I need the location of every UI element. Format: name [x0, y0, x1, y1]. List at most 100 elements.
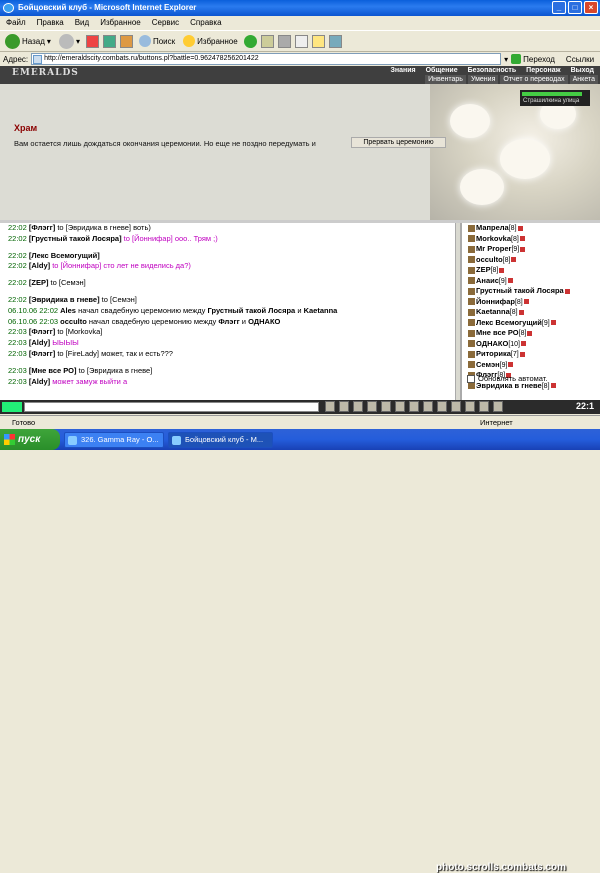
nav-transfers[interactable]: Отчет о переводах	[500, 75, 568, 84]
chat-nick[interactable]: [Лекс Всемогущий]	[29, 251, 100, 260]
menu-help[interactable]: Справка	[190, 16, 221, 30]
chat-tool-icon-7[interactable]	[409, 401, 419, 412]
private-message-icon[interactable]	[468, 329, 475, 337]
chat-nick[interactable]: Kaetanna	[304, 306, 338, 315]
private-message-icon[interactable]	[468, 382, 475, 390]
messenger-icon[interactable]	[328, 34, 342, 48]
nav-inventory[interactable]: Инвентарь	[425, 75, 466, 84]
private-message-icon[interactable]	[468, 245, 475, 253]
nav-knowledge[interactable]: Знания	[386, 66, 419, 75]
chat-nick[interactable]: [Aldy]	[29, 261, 50, 270]
chat-time[interactable]: 22:03	[8, 377, 29, 386]
mail-icon[interactable]	[260, 34, 274, 48]
chat-tool-icon-9[interactable]	[437, 401, 447, 412]
user-list-item[interactable]: ОДНАКО[10]	[468, 339, 600, 350]
refresh-icon[interactable]	[102, 34, 116, 48]
links-label[interactable]: Ссылки	[566, 55, 594, 64]
info-icon[interactable]	[517, 225, 523, 231]
chat-input[interactable]	[24, 402, 319, 412]
chat-nick[interactable]: [Мне все РО]	[29, 366, 77, 375]
menu-favorites[interactable]: Избранное	[100, 16, 141, 30]
favorites-button[interactable]: Избранное	[181, 34, 240, 48]
info-icon[interactable]	[527, 330, 533, 336]
user-name[interactable]: Семэн	[476, 360, 500, 369]
chat-nick[interactable]: [Aldy]	[29, 377, 50, 386]
nav-communication[interactable]: Общение	[422, 66, 462, 75]
chat-mode-indicator[interactable]	[2, 402, 22, 412]
chat-tool-icon-10[interactable]	[451, 401, 461, 412]
nav-skills[interactable]: Умения	[467, 75, 499, 84]
private-message-icon[interactable]	[468, 224, 475, 232]
user-list-item[interactable]: ZEP[8]	[468, 265, 600, 276]
chat-time[interactable]: 22:02	[8, 223, 29, 232]
info-icon[interactable]	[520, 246, 526, 252]
user-name[interactable]: Риторика	[476, 349, 511, 358]
chat-nick[interactable]: [Флэгг]	[29, 327, 55, 336]
user-list-item[interactable]: Риторика[7]	[468, 349, 600, 360]
chat-time[interactable]: 22:02	[8, 261, 29, 270]
auto-update-checkbox[interactable]	[467, 374, 475, 383]
menu-view[interactable]: Вид	[75, 16, 89, 30]
back-button[interactable]: Назад ▾	[3, 33, 53, 50]
chat-nick[interactable]: Грустный такой Лосяра	[208, 306, 296, 315]
private-message-icon[interactable]	[468, 277, 475, 285]
chat-nick[interactable]: [ZEP]	[29, 278, 49, 287]
chat-nick[interactable]: [Флэгг]	[29, 223, 55, 232]
nav-security[interactable]: Безопасность	[464, 66, 521, 75]
info-icon[interactable]	[564, 288, 570, 294]
user-name[interactable]: Грустный такой Лосяра	[476, 286, 564, 295]
private-message-icon[interactable]	[468, 287, 475, 295]
info-icon[interactable]	[523, 299, 529, 305]
taskbar-item-player[interactable]: 326. Gamma Ray - O...	[64, 432, 164, 448]
user-name[interactable]: Йоннифар	[476, 297, 515, 306]
user-list-item[interactable]: Йоннифар[8]	[468, 297, 600, 308]
chat-time[interactable]: 22:02	[8, 234, 29, 243]
forward-button[interactable]: ▾	[57, 33, 82, 50]
chat-time[interactable]: 22:03	[8, 366, 29, 375]
chat-tool-icon-1[interactable]	[325, 401, 335, 412]
chat-nick[interactable]: ОДНАКО	[248, 317, 280, 326]
stop-icon[interactable]	[85, 34, 99, 48]
go-button[interactable]: Переход	[511, 54, 555, 64]
user-list-item[interactable]: Анаис[9]	[468, 276, 600, 287]
chat-nick[interactable]: [Грустный такой Лосяра]	[29, 234, 122, 243]
home-icon[interactable]	[119, 34, 133, 48]
chat-time[interactable]: 22:02	[8, 251, 29, 260]
user-name[interactable]: ZEP	[476, 265, 491, 274]
user-name[interactable]: occulto	[476, 255, 503, 264]
chat-tool-icon-12[interactable]	[479, 401, 489, 412]
user-list-item[interactable]: Mr Proper[9]	[468, 244, 600, 255]
private-message-icon[interactable]	[468, 350, 475, 358]
private-message-icon[interactable]	[468, 340, 475, 348]
user-name[interactable]: Morkovka	[476, 234, 511, 243]
user-name[interactable]: Анаис	[476, 276, 499, 285]
nav-character[interactable]: Персонаж	[522, 66, 564, 75]
chat-tool-icon-11[interactable]	[465, 401, 475, 412]
start-button[interactable]: пуск	[0, 429, 60, 450]
user-list-item[interactable]: Morkovka[8]	[468, 234, 600, 245]
info-icon[interactable]	[499, 267, 505, 273]
info-icon[interactable]	[550, 383, 556, 389]
info-icon[interactable]	[521, 341, 527, 347]
interrupt-ceremony-button[interactable]: Прервать церемонию	[351, 137, 446, 148]
private-message-icon[interactable]	[468, 298, 475, 306]
chat-tool-icon-6[interactable]	[395, 401, 405, 412]
user-name[interactable]: Мапрела	[476, 223, 509, 232]
chat-nick[interactable]: [Флэгг]	[29, 349, 55, 358]
auto-update-toggle[interactable]: Обновлять автомат.	[467, 374, 547, 383]
info-icon[interactable]	[519, 351, 525, 357]
menu-edit[interactable]: Правка	[37, 16, 64, 30]
chat-tool-icon-4[interactable]	[367, 401, 377, 412]
user-name[interactable]: Лекс Всемогущий	[476, 318, 542, 327]
chat-time[interactable]: 06.10.06 22:02	[8, 306, 60, 315]
close-button[interactable]: ×	[584, 1, 598, 14]
private-message-icon[interactable]	[468, 256, 475, 264]
history-icon[interactable]	[243, 34, 257, 48]
user-list-item[interactable]: Мапрела[8]	[468, 223, 600, 234]
private-message-icon[interactable]	[468, 235, 475, 243]
user-list-item[interactable]: Kaetanna[8]	[468, 307, 600, 318]
location-indicator[interactable]: Страшилкина улица	[520, 90, 590, 106]
user-list-item[interactable]: Семэн[9]	[468, 360, 600, 371]
nav-profile[interactable]: Анкета	[569, 75, 598, 84]
chat-nick[interactable]: [Эвридика в гневе]	[29, 295, 100, 304]
